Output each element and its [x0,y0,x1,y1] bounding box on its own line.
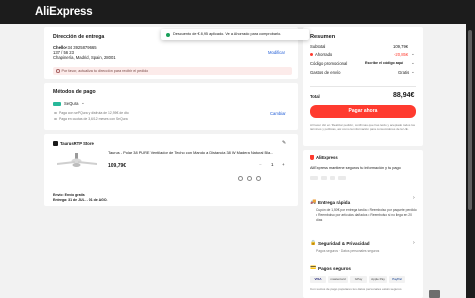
check-icon [166,32,170,37]
shipping-cost-value: Gratis [398,70,410,75]
chevron-down-icon[interactable]: ⌄ [411,69,415,75]
product-price: 109,79€ [108,163,127,169]
chevron-down-icon[interactable]: ⌄ [411,51,415,57]
address-notice: Por favor, actualiza tu dirección para r… [53,67,292,75]
scrollbar-thumb[interactable] [468,30,472,210]
store-name[interactable]: TaurusRTP Store [60,141,94,146]
product-image[interactable] [55,152,99,178]
payment-title: Métodos de pago [53,89,96,95]
shipping-free: Envío: Envío gratis [53,193,85,197]
paypal-logo: PayPal [389,276,405,283]
total-label: Total [310,94,320,99]
secure-payments-body: Con socios de pago populares tus datos p… [310,287,402,291]
fan-option-icon[interactable] [238,176,243,181]
legal-text: Al hacer clic en 'Realizar pedido', conf… [310,123,416,131]
qty-plus-button[interactable]: + [282,162,285,168]
edit-icon[interactable]: ✎ [282,140,286,146]
notice-text: Por favor, actualiza tu dirección para r… [61,68,149,73]
saved-value: -20,85€ [394,52,409,57]
fan-option-icon[interactable] [247,176,252,181]
check-bullet-icon [54,117,57,120]
sequra-logo [53,102,61,106]
top-bar: AliExpress [0,0,475,24]
security-body: Pagos seguros · Datos personales seguros [316,249,380,253]
option-icons [238,176,261,181]
payment-line-1: Paga con sePQura y disfruta de 12,95€ de… [59,111,129,115]
back-to-top-button[interactable] [429,290,440,298]
discount-toast: Descuento de € 8,95 aplicado. Ve a Ahorr… [161,29,309,40]
aliexpress-logo[interactable]: AliExpress [35,5,93,19]
promo-code-input[interactable]: Escribe el código aquí [365,61,403,65]
chevron-right-icon[interactable]: › [413,240,415,246]
shipping-title: Dirección de entrega [53,34,105,40]
pay-now-button[interactable]: Pagar ahora [310,105,416,118]
badge-icon [338,176,346,180]
visa-logo: VISA [310,276,326,283]
fast-delivery-title: Entrega rápida [318,200,351,205]
shipping-cost-label: Gastos de envío [310,70,341,75]
payment-method: SeQura [64,101,79,106]
saved-icon [310,52,313,56]
shield-icon [310,155,314,160]
summary-title: Resumen [310,34,336,40]
trust-badges [310,176,346,180]
qty-minus-button[interactable]: − [259,162,262,168]
mastercard-logo: mastercard [328,276,348,283]
address-city: Chapinería, Madrid, Spain, 28001 [53,55,116,60]
saved-label: Ahorrado [315,52,333,57]
payment-line-2: Paga en cuotas de 3,6/12 meses con SeQur… [59,117,128,121]
toast-message: Descuento de € 8,95 aplicado. Ve a Ahorr… [173,32,282,37]
lock-icon: 🔒 [310,240,317,246]
badge-icon [330,176,335,180]
gpay-logo: GPay [350,276,367,283]
secure-payments-title: Pagos seguros [318,266,351,271]
summary-divider [310,86,416,87]
chevron-right-icon[interactable]: › [413,195,415,201]
badge-icon [321,176,327,180]
total-value: 88,94€ [393,92,415,99]
check-bullet-icon [54,111,57,114]
product-title[interactable]: Taurus - Polar 38 PURE Ventilador de Tec… [108,151,280,156]
trust-tagline: AliExpress mantiene seguros tu informaci… [310,166,401,170]
modify-address-link[interactable]: Modificar [268,50,285,55]
subtotal-value: 109,79€ [393,44,409,49]
fan-option-icon[interactable] [256,176,261,181]
subtotal-label: Subtotal [310,44,326,49]
promo-label: Código promocional [310,61,348,66]
store-checkbox[interactable] [53,141,58,146]
delivery-dates: Entrega: 31 de JUL. - 01 de AGO. [53,198,108,202]
change-payment-link[interactable]: Cambiar [270,111,286,116]
chevron-down-icon[interactable]: ⌄ [81,100,85,106]
fast-delivery-body: Cupón de 1,50€ por entrega tardía • Reem… [316,208,417,222]
truck-icon: 🚚 [310,199,317,205]
info-icon [56,69,60,73]
badge-icon [310,176,318,180]
card-icon: 💳 [310,265,317,271]
apple-pay-logo: Apple Pay [369,276,387,283]
qty-value[interactable]: 1 [271,162,274,168]
chevron-down-icon[interactable]: ⌄ [411,60,415,66]
trust-brand: AliExpress [316,155,338,160]
security-title: Seguridad & Privacidad [318,241,370,246]
